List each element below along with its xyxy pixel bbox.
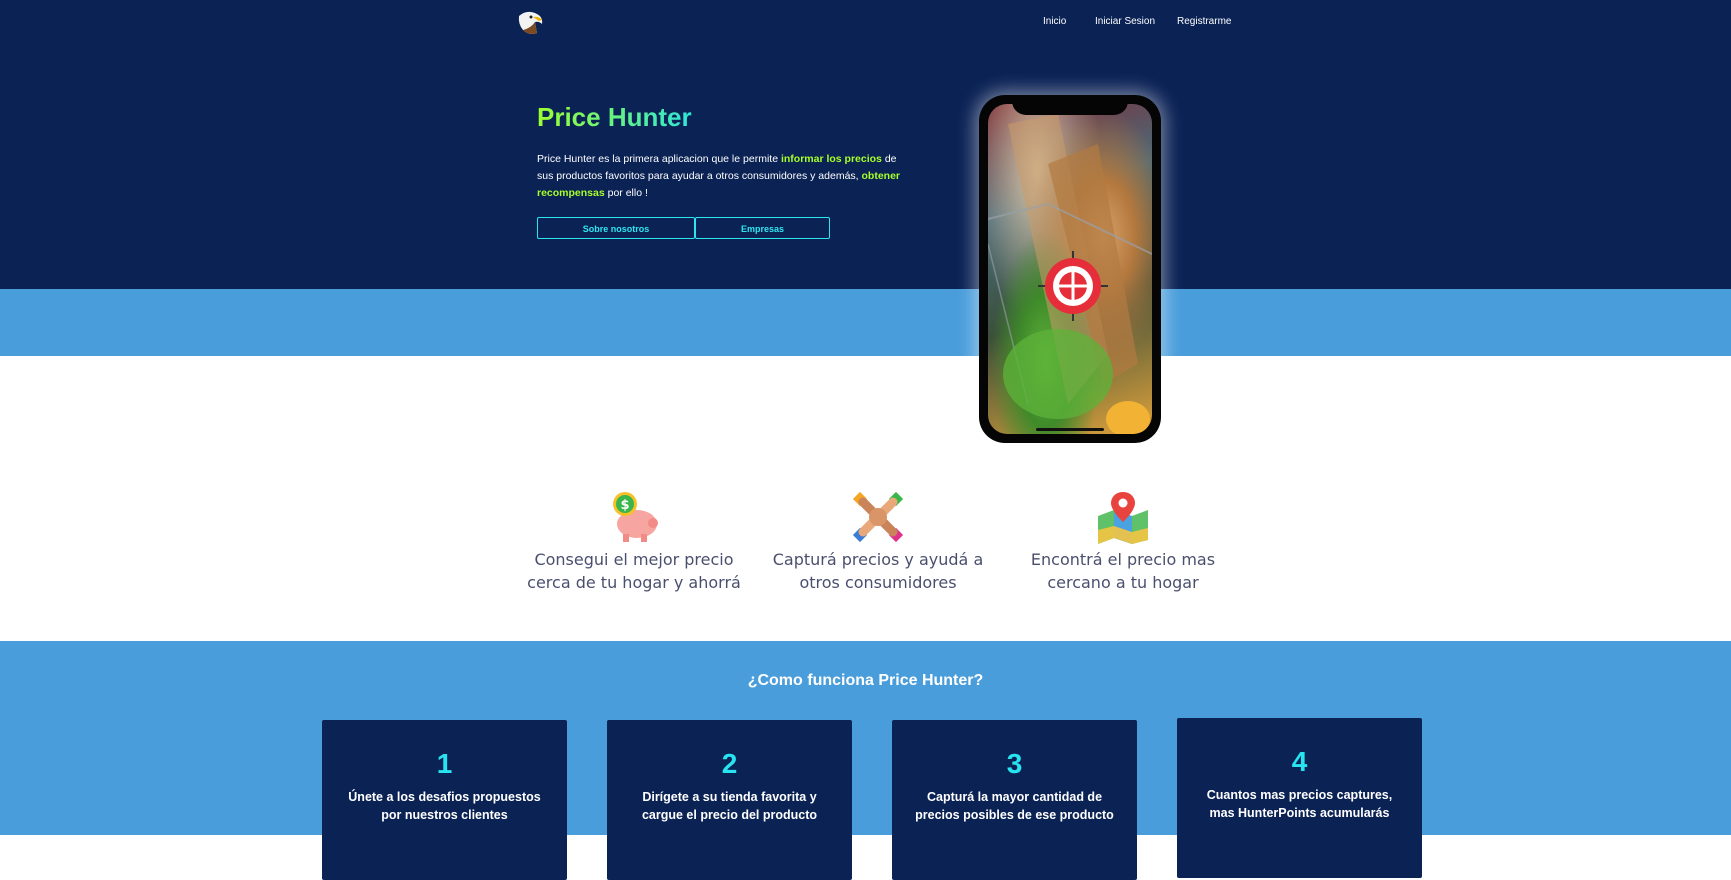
phone-mockup [979,95,1161,443]
phone-notch [1012,95,1128,115]
how-it-works-section [0,641,1731,835]
feature-item: Encontrá el precio mas cercano a tu hoga… [1008,490,1238,594]
step-number: 3 [1006,748,1023,779]
hero-description-text: Price Hunter es la primera aplicacion qu… [537,153,781,165]
feature-item: $ Consegui el mejor precio cerca de tu h… [519,490,749,594]
feature-item: Capturá precios y ayudá a otros consumid… [763,490,993,594]
step-card: 3 Capturá la mayor cantidad de precios p… [892,720,1137,880]
step-text: Únete a los desafios propuestos por nues… [348,790,541,822]
hands-together-icon [851,490,905,544]
nav-link-registrarme[interactable]: Registrarme [1177,16,1231,27]
phone-home-bar [1036,428,1104,431]
empresas-button[interactable]: Empresas [695,217,830,239]
step-card: 1 Únete a los desafios propuestos por nu… [322,720,567,880]
feature-text: Capturá precios y ayudá a otros consumid… [772,550,984,592]
how-it-works-title: ¿Como funciona Price Hunter? [747,672,984,689]
hero-section [0,0,1731,289]
step-text: Cuantos mas precios captures, mas Hunter… [1206,788,1393,820]
hero-description-text: por ello ! [604,187,648,199]
hero-description: Price Hunter es la primera aplicacion qu… [537,151,909,202]
eagle-logo-icon[interactable] [515,8,545,38]
hero-description-highlight: informar los precios [780,153,882,165]
step-number: 1 [436,748,453,779]
crosshair-target-icon [1038,251,1108,321]
piggy-bank-icon: $ [607,490,661,544]
step-text: Dirígete a su tienda favorita y cargue e… [641,790,818,822]
nav-link-iniciar-sesion[interactable]: Iniciar Sesion [1095,16,1155,27]
step-number: 2 [721,748,738,779]
step-text: Capturá la mayor cantidad de precios pos… [915,790,1114,822]
step-number: 4 [1291,746,1308,777]
step-card: 4 Cuantos mas precios captures, mas Hunt… [1177,718,1422,878]
feature-text: Encontrá el precio mas cercano a tu hoga… [1030,550,1216,592]
feature-text: Consegui el mejor precio cerca de tu hog… [527,550,741,592]
step-card: 2 Dirígete a su tienda favorita y cargue… [607,720,852,880]
svg-text:$: $ [620,498,629,513]
shopping-cart-photo [988,104,1152,434]
map-pin-icon [1096,490,1150,544]
blue-band [0,289,1731,356]
hero-title: Price Hunter [537,102,692,132]
nav-link-inicio[interactable]: Inicio [1043,16,1066,27]
sobre-nosotros-button[interactable]: Sobre nosotros [537,217,695,239]
